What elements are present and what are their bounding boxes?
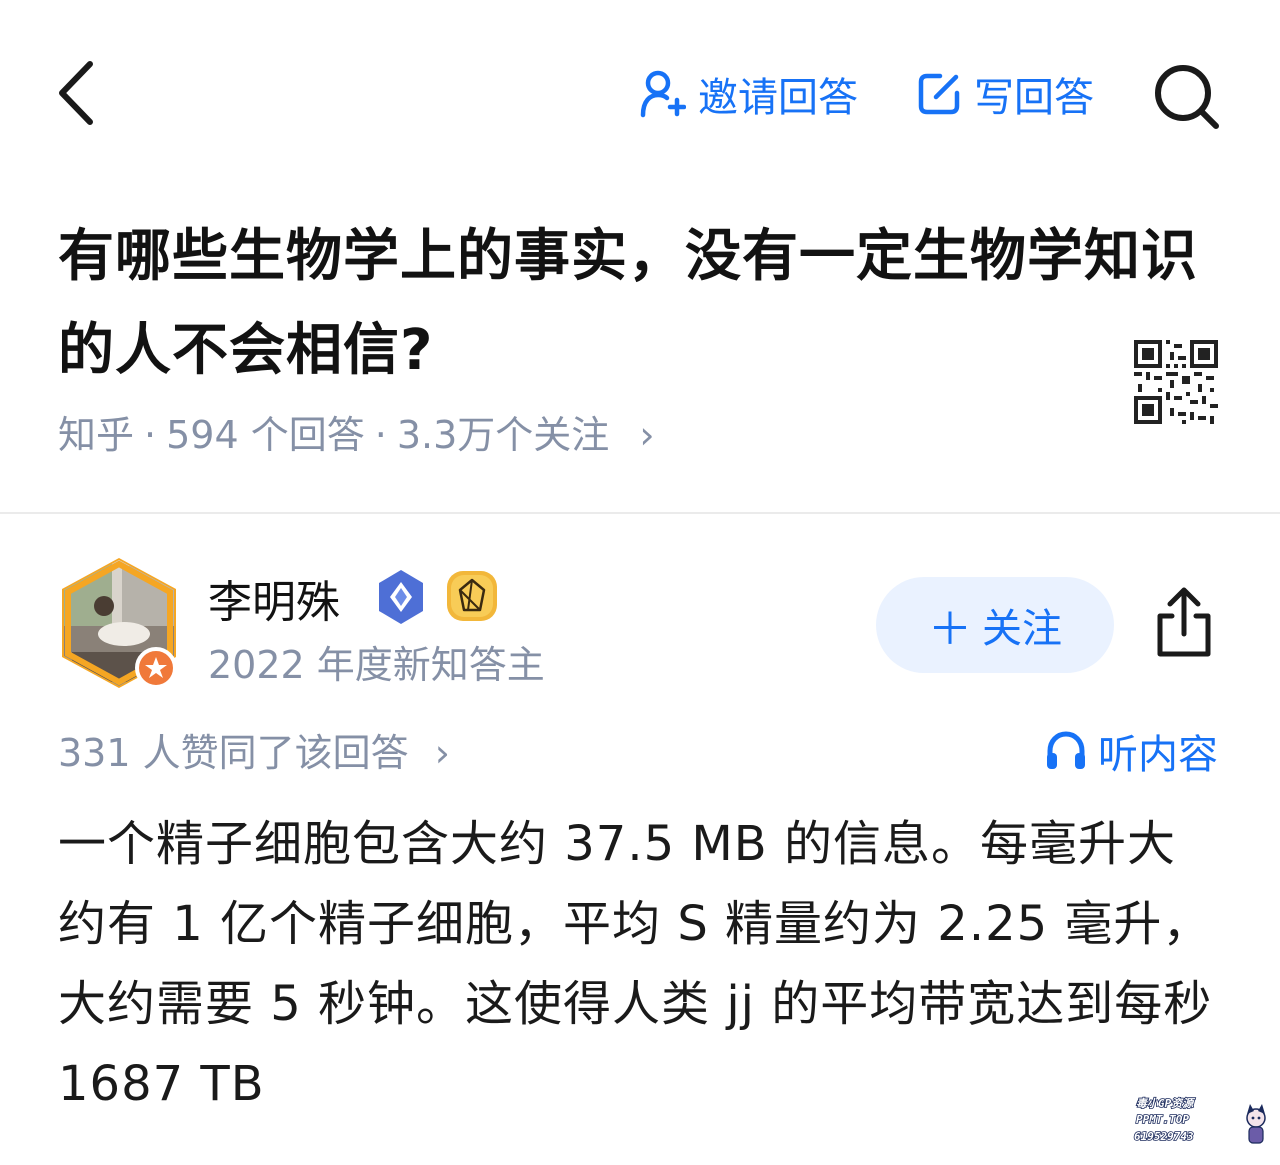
qr-code-icon: [1134, 340, 1218, 424]
chevron-right-icon: ›: [434, 731, 450, 775]
follow-label: 关注: [982, 606, 1062, 652]
creator-badge-icon: [447, 571, 497, 621]
vote-count-link[interactable]: 331 人赞同了该回答 ›: [58, 722, 450, 777]
question-title[interactable]: 有哪些生物学上的事实，没有一定生物学知识的人不会相信?: [58, 210, 1198, 398]
vote-count: 331 人赞同了该回答: [58, 731, 409, 775]
follower-count: 3.3万个关注: [396, 413, 610, 457]
back-arrow-icon[interactable]: [52, 58, 102, 128]
watermark-line-3: 619529743: [1134, 1130, 1194, 1143]
listen-label: 听内容: [1098, 732, 1218, 778]
plus-icon: ＋: [928, 604, 972, 655]
section-divider: [0, 512, 1280, 514]
watermark-line-2: PPMT.TOP: [1136, 1113, 1189, 1126]
certified-badge-icon: [379, 570, 423, 624]
search-icon[interactable]: [1150, 60, 1222, 132]
invite-answer-button[interactable]: 邀请回答: [640, 66, 858, 122]
write-answer-label: 写回答: [974, 75, 1094, 121]
watermark-line-1: 毒小GP资源: [1136, 1097, 1195, 1110]
chevron-right-icon: ›: [639, 413, 655, 457]
watermark: 毒小GP资源 PPMT.TOP 619529743: [1133, 1096, 1266, 1144]
follow-button[interactable]: ＋ 关注: [876, 577, 1114, 673]
question-source: 知乎: [58, 413, 135, 457]
invite-user-icon: [640, 70, 686, 118]
invite-answer-label: 邀请回答: [698, 75, 858, 121]
listen-button[interactable]: 听内容: [1044, 722, 1218, 780]
share-icon[interactable]: [1150, 586, 1218, 660]
answer-count: 594 个回答: [166, 413, 365, 457]
edit-icon: [918, 73, 960, 115]
headphones-icon: [1047, 731, 1085, 769]
author-name[interactable]: 李明殊: [208, 566, 340, 630]
write-answer-button[interactable]: 写回答: [916, 66, 1094, 122]
author-avatar[interactable]: [52, 556, 186, 690]
question-meta[interactable]: 知乎 · 594 个回答 · 3.3万个关注 ›: [58, 404, 655, 459]
answer-content[interactable]: 一个精子细胞包含大约 37.5 MB 的信息。每毫升大约有 1 亿个精子细胞，平…: [58, 804, 1218, 1124]
author-description: 2022 年度新知答主: [208, 643, 545, 687]
mascot-icon: [1246, 1104, 1266, 1144]
